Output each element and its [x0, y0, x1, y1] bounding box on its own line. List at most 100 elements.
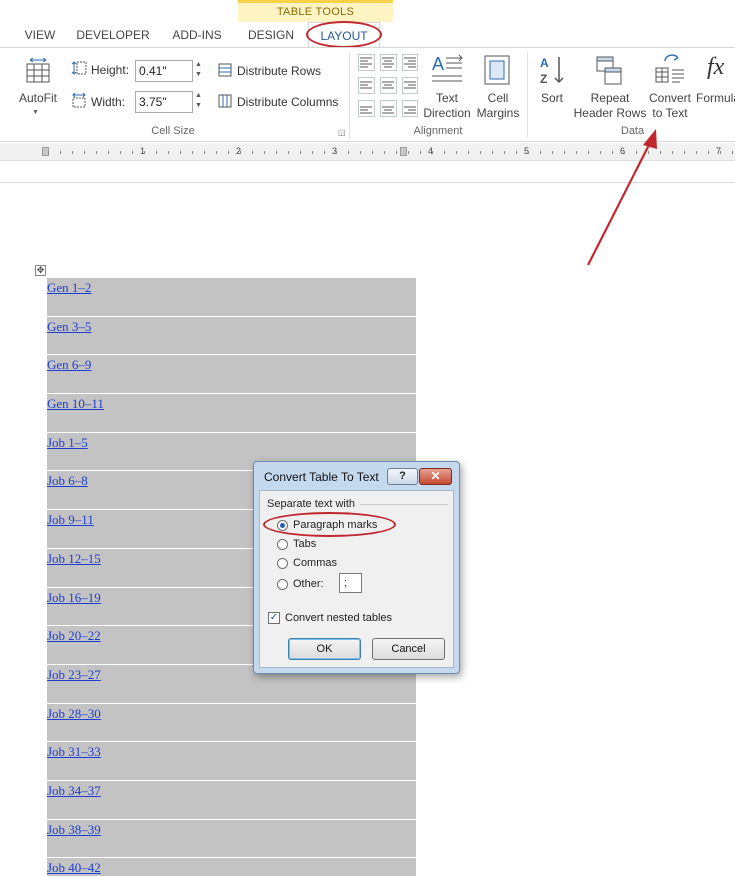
ruler-tick	[84, 151, 85, 154]
autofit-icon	[24, 56, 52, 84]
layout-annotation-oval	[306, 21, 382, 48]
cell-size-dialog-launcher-icon[interactable]: ◲	[338, 128, 346, 137]
table-row: Job 34–37	[47, 780, 416, 820]
group-separator	[527, 52, 528, 138]
tab-view[interactable]: VIEW	[14, 22, 66, 48]
repeat-header-rows-button[interactable]: Repeat Header Rows	[572, 91, 648, 121]
ruler-tick	[396, 151, 397, 154]
column-width-icon	[71, 92, 87, 108]
distribute-rows-button[interactable]: Distribute Rows	[237, 64, 321, 78]
ruler-tick	[144, 151, 145, 154]
convert-to-text-button[interactable]: Convert to Text	[646, 91, 694, 121]
row-height-icon	[71, 60, 87, 76]
table-row-link[interactable]: Job 16–19	[47, 590, 101, 606]
other-label[interactable]: Other:	[293, 578, 324, 590]
table-row-link[interactable]: Gen 3–5	[47, 319, 91, 335]
formula-button[interactable]: Formula	[696, 91, 735, 106]
tab-add-ins[interactable]: ADD-INS	[162, 22, 232, 48]
table-row: Job 38–39	[47, 819, 416, 859]
section-divider	[360, 504, 448, 505]
dialog-title: Convert Table To Text	[264, 470, 379, 484]
ruler-tick	[312, 151, 313, 154]
tabs-label[interactable]: Tabs	[293, 538, 316, 550]
sort-icon: A Z	[538, 54, 568, 86]
ruler-tick	[552, 151, 553, 154]
repeat-header-rows-label-1: Repeat	[590, 91, 630, 105]
ruler-tick	[300, 151, 301, 154]
table-row-link[interactable]: Gen 1–2	[47, 280, 91, 296]
ruler-tick	[156, 151, 157, 154]
ruler-tick	[444, 151, 445, 154]
table-row: Job 40–42	[47, 858, 416, 876]
width-input[interactable]: 3.75"	[135, 91, 193, 113]
separate-text-label: Separate text with	[267, 498, 356, 510]
text-direction-label-1: Text	[435, 91, 458, 105]
table-row-link[interactable]: Job 40–42	[47, 860, 101, 876]
width-spinner[interactable]: ▲ ▼	[192, 91, 205, 113]
convert-table-to-text-dialog: Convert Table To Text ? ✕ Separate text …	[253, 461, 460, 674]
ruler-tick	[684, 151, 685, 154]
ruler-tick	[204, 151, 205, 154]
table-row-link[interactable]: Job 1–5	[47, 435, 88, 451]
ruler-tick	[264, 151, 265, 154]
width-label: Width:	[91, 95, 126, 109]
table-row-link[interactable]: Job 9–11	[47, 512, 94, 528]
ruler-tick	[72, 151, 73, 154]
alignment-buttons-grid[interactable]	[358, 54, 418, 120]
radio-tabs[interactable]	[277, 539, 288, 550]
height-input[interactable]: 0.41"	[135, 60, 193, 82]
table-row-link[interactable]: Gen 10–11	[47, 396, 104, 412]
help-button[interactable]: ?	[387, 468, 418, 485]
distribute-columns-button[interactable]: Distribute Columns	[237, 95, 338, 109]
convert-nested-tables-checkbox[interactable]: ✓	[268, 612, 280, 624]
convert-to-text-label-2: to Text	[652, 106, 688, 120]
cancel-button[interactable]: Cancel	[372, 638, 445, 660]
radio-commas[interactable]	[277, 558, 288, 569]
ruler-tick	[528, 151, 529, 154]
table-row-link[interactable]: Job 6–8	[47, 473, 88, 489]
ruler-tick	[504, 151, 505, 154]
autofit-dropdown-icon[interactable]: ▼	[32, 109, 39, 116]
table-row-link[interactable]: Job 31–33	[47, 744, 101, 760]
ruler-tick	[456, 151, 457, 154]
table-row-link[interactable]: Job 34–37	[47, 783, 101, 799]
ruler-tick	[660, 151, 661, 154]
table-row-link[interactable]: Job 38–39	[47, 822, 101, 838]
repeat-header-rows-icon	[594, 54, 624, 86]
ruler-tick	[96, 151, 97, 154]
ruler-column-marker[interactable]	[400, 147, 407, 156]
tab-developer[interactable]: DEVELOPER	[72, 22, 154, 48]
table-row: Job 31–33	[47, 742, 416, 781]
autofit-button[interactable]: AutoFit	[14, 91, 62, 106]
ruler-tick	[276, 151, 277, 154]
radio-other[interactable]	[277, 579, 288, 590]
table-row-link[interactable]: Gen 6–9	[47, 357, 91, 373]
table-row-link[interactable]: Job 20–22	[47, 628, 101, 644]
table-move-handle-icon[interactable]: ✥	[35, 265, 46, 276]
commas-label[interactable]: Commas	[293, 557, 337, 569]
sort-button[interactable]: Sort	[532, 91, 572, 106]
table-row-link[interactable]: Job 28–30	[47, 706, 101, 722]
table-row-link[interactable]: Job 23–27	[47, 667, 101, 683]
cell-margins-button[interactable]: Cell Margins	[472, 91, 524, 121]
text-direction-button[interactable]: Text Direction	[420, 91, 474, 121]
annotation-arrow	[587, 129, 657, 266]
cell-margins-label-1: Cell	[487, 91, 509, 105]
other-separator-input[interactable]: ;	[339, 573, 362, 593]
ok-button[interactable]: OK	[288, 638, 361, 660]
ruler-tick	[228, 151, 229, 154]
close-button[interactable]: ✕	[419, 468, 452, 485]
ruler-tick	[672, 151, 673, 154]
ruler-tick	[468, 151, 469, 154]
height-spinner[interactable]: ▲ ▼	[192, 60, 205, 82]
distribute-columns-icon	[218, 94, 232, 108]
ruler-tick	[732, 151, 733, 154]
ruler-tick	[336, 151, 337, 154]
distribute-rows-icon	[218, 63, 232, 77]
table-row-link[interactable]: Job 12–15	[47, 551, 101, 567]
tab-design[interactable]: DESIGN	[240, 22, 302, 48]
convert-nested-tables-label[interactable]: Convert nested tables	[285, 612, 392, 624]
group-separator	[349, 52, 350, 138]
text-direction-icon: A	[430, 52, 464, 86]
ruler-tick	[324, 151, 325, 154]
